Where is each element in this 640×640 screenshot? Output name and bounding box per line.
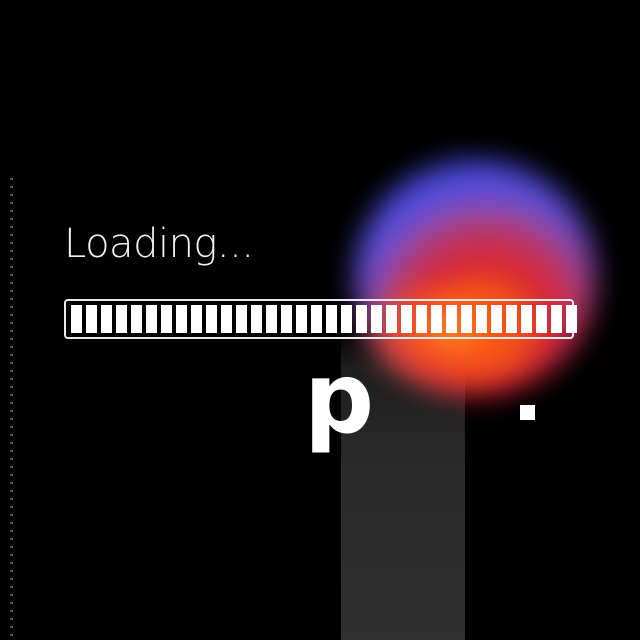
progress-segment <box>281 305 292 333</box>
letter-p: p <box>304 342 375 456</box>
progress-segment <box>536 305 547 333</box>
progress-segment <box>371 305 382 333</box>
progress-segment <box>206 305 217 333</box>
progress-segment <box>566 305 577 333</box>
progress-segment <box>161 305 172 333</box>
progress-segment <box>386 305 397 333</box>
progress-segment <box>401 305 412 333</box>
progress-segment <box>491 305 502 333</box>
progress-segment <box>71 305 82 333</box>
progress-segment <box>521 305 532 333</box>
loading-screen: Loading... p <box>0 0 640 640</box>
dot-glyph <box>520 405 535 420</box>
progress-segment <box>506 305 517 333</box>
progress-segment <box>311 305 322 333</box>
progress-segment <box>551 305 562 333</box>
progress-segment <box>131 305 142 333</box>
progress-segment <box>146 305 157 333</box>
progress-segment <box>86 305 97 333</box>
progress-segment <box>476 305 487 333</box>
progress-segment <box>266 305 277 333</box>
tick-rail <box>10 178 13 640</box>
progress-segment <box>326 305 337 333</box>
progress-segment <box>341 305 352 333</box>
progress-segment <box>416 305 427 333</box>
progress-segment <box>296 305 307 333</box>
progress-segment <box>461 305 472 333</box>
progress-segment <box>116 305 127 333</box>
progress-segment <box>221 305 232 333</box>
progress-segment <box>446 305 457 333</box>
progress-segment <box>236 305 247 333</box>
progress-segment <box>101 305 112 333</box>
loading-label: Loading... <box>64 221 254 267</box>
progress-segment <box>356 305 367 333</box>
progress-segment <box>176 305 187 333</box>
progress-bar <box>64 299 577 339</box>
progress-segment <box>431 305 442 333</box>
progress-segment <box>251 305 262 333</box>
progress-segment <box>191 305 202 333</box>
